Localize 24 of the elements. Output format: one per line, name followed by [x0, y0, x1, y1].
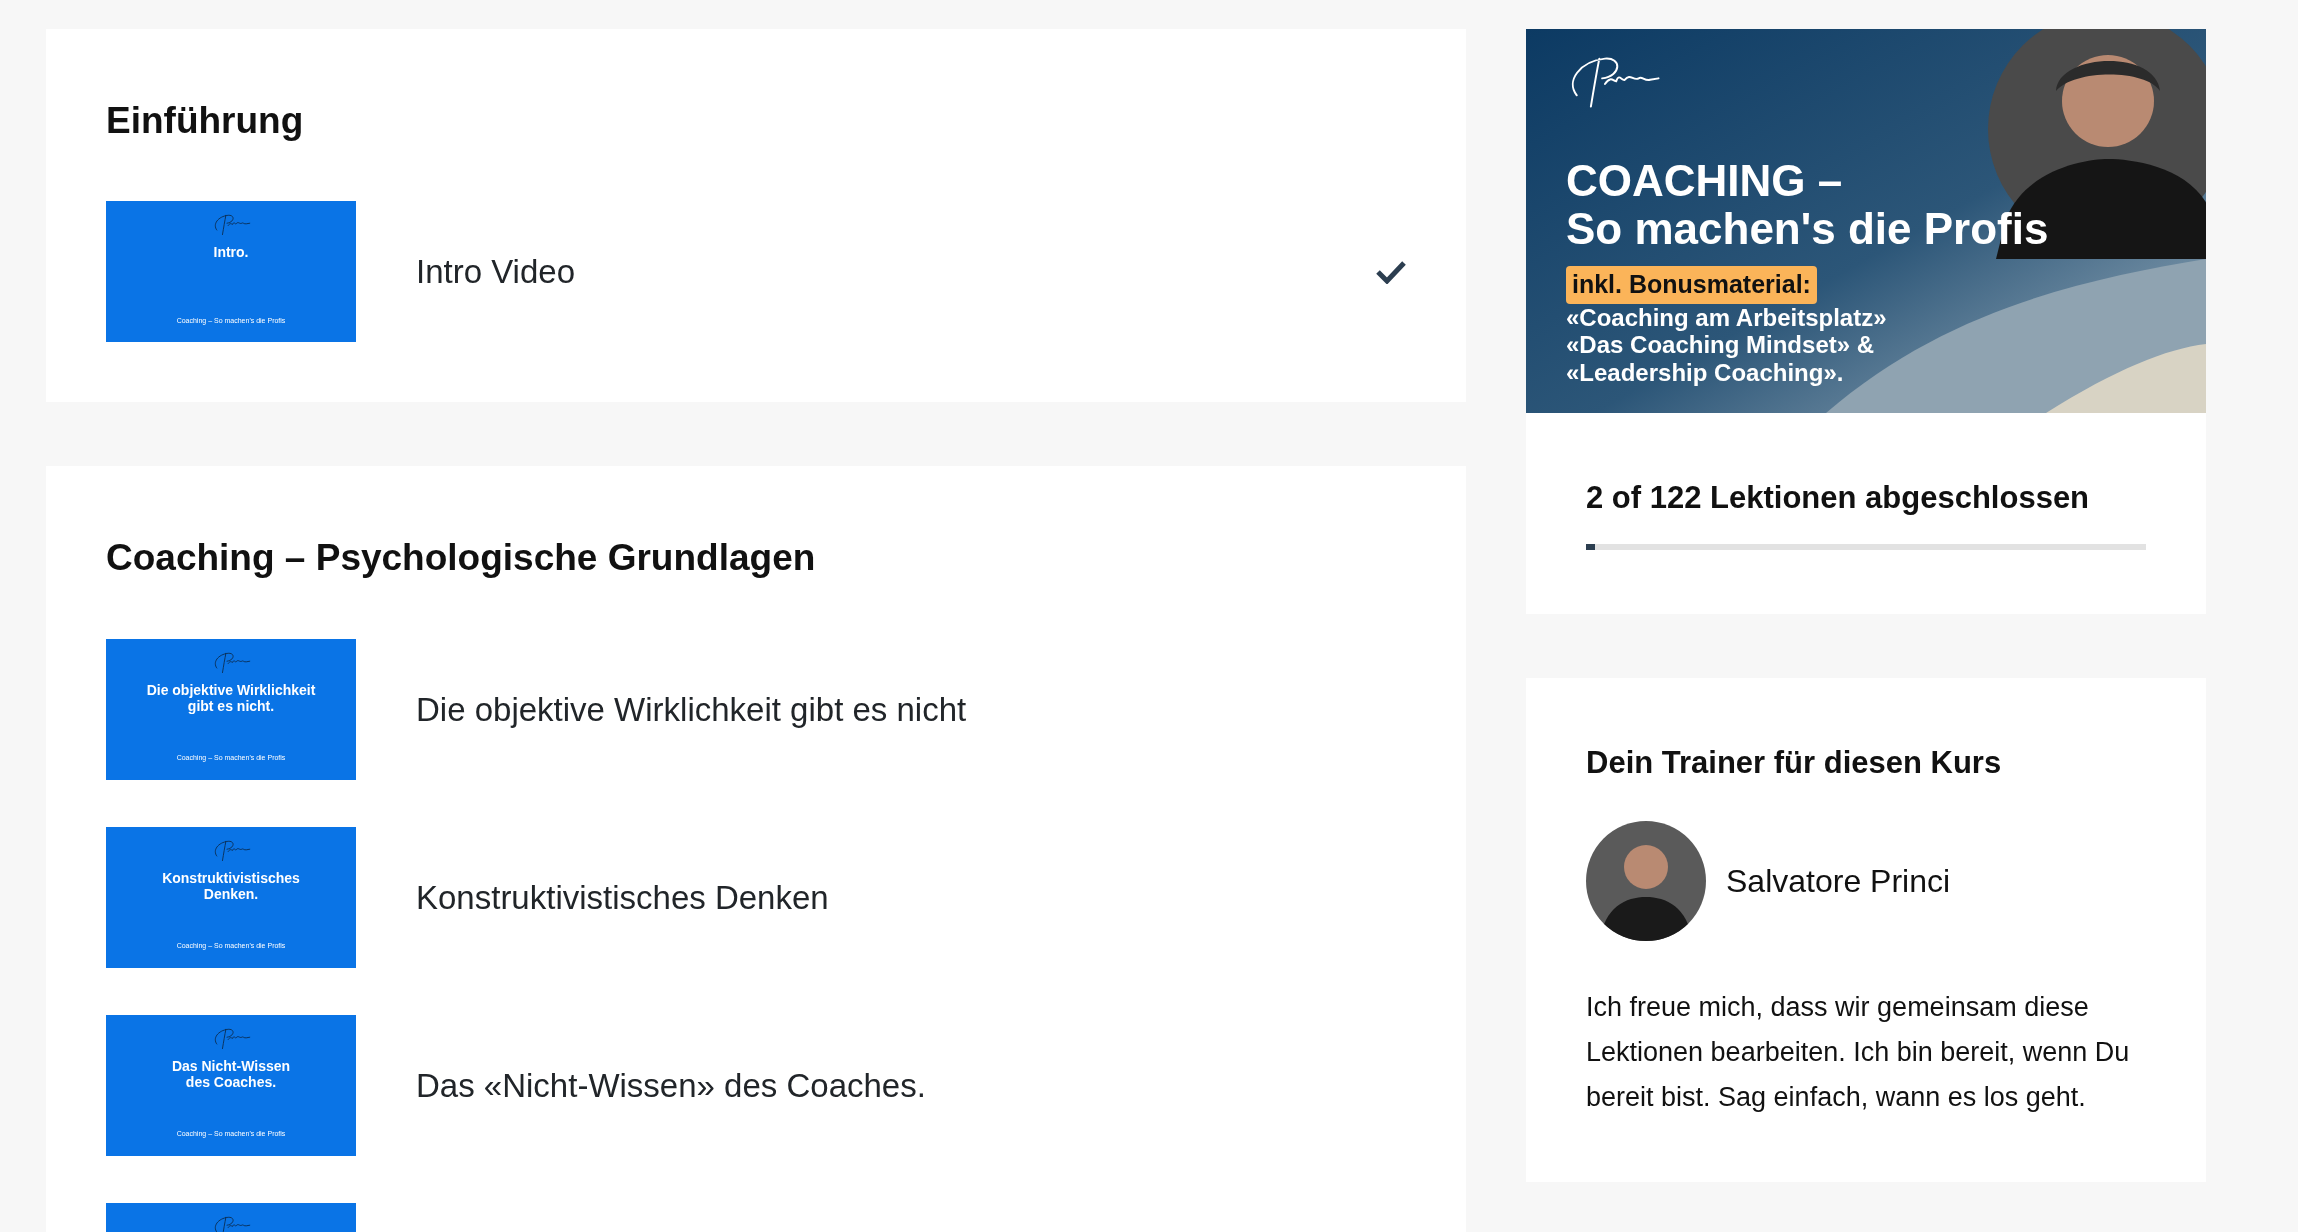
lesson-link[interactable]: Konstruktivistisches Denken: [416, 872, 1406, 923]
thumbnail-title: Konstruktivistisches Denken.: [162, 869, 300, 902]
course-title: COACHING –: [1566, 157, 1844, 205]
trainer-heading: Dein Trainer für diesen Kurs: [1586, 743, 2003, 781]
thumbnail-title: Die objektive Wirklichkeit gibt es nicht.: [146, 681, 316, 714]
signature-icon: [211, 838, 251, 864]
bonus-item: «Leadership Coaching».: [1566, 358, 1845, 387]
thumbnail-title: Das Nicht-Wissen des Coaches.: [171, 1057, 291, 1090]
course-title: So machen's die Profis: [1566, 204, 2049, 253]
section-heading: Einführung: [106, 99, 305, 143]
signature-icon: [211, 650, 251, 676]
bonus-item: «Coaching am Arbeitsplatz»: [1566, 303, 1888, 332]
lesson-link[interactable]: Die objektive Wirklichkeit gibt es nicht: [416, 684, 1406, 735]
lesson-link[interactable]: Das «Nicht-Wissen» des Coaches.: [416, 1060, 1406, 1111]
bonus-item: «Das Coaching Mindset» &: [1566, 331, 1876, 359]
trainer-name: Salvatore Princi: [1726, 861, 1951, 901]
thumbnail-title: Intro.: [213, 244, 249, 261]
bonus-label: inkl. Bonusmaterial:: [1566, 266, 1817, 304]
section-heading: Coaching – Psychologische Grundlagen: [106, 536, 817, 581]
signature-icon: [211, 1026, 251, 1052]
progress-text: 2 of 122 Lektionen abgeschlossen: [1586, 479, 2091, 517]
lesson-link[interactable]: Intro Video: [416, 247, 1316, 297]
trainer-bio: Ich freue mich, dass wir gemeinsam diese Lektionen bearbeiten. Ich bin bereit, wenn Du bereit bist. Sag einfach, wann es los geht.: [1586, 990, 2131, 1114]
signature-icon: [211, 1214, 251, 1232]
